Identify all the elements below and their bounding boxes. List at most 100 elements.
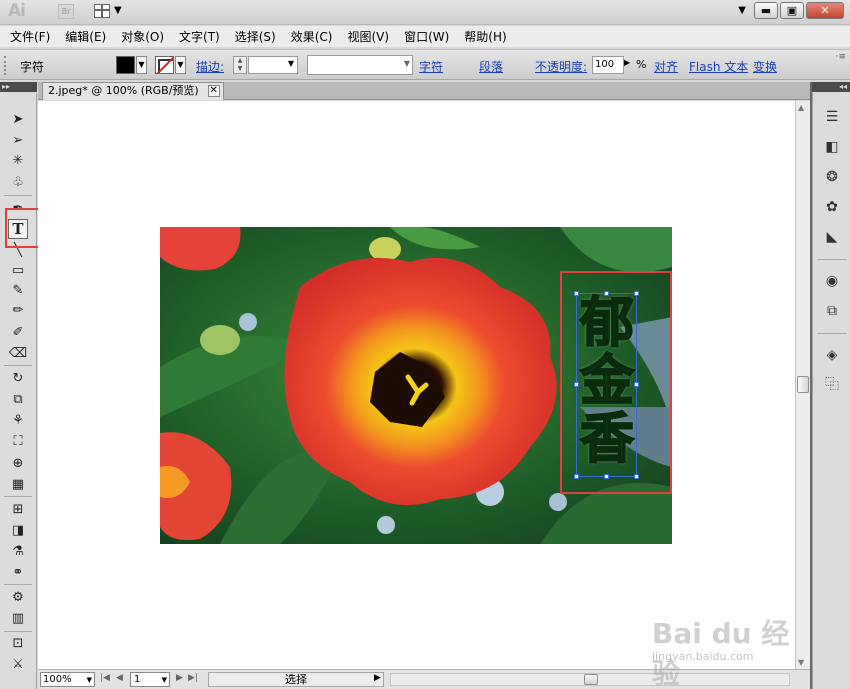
magic-wand-tool-icon[interactable]: ✳ — [8, 151, 28, 171]
document-tab-title: 2.jpeg* @ 100% (RGB/预览) — [48, 84, 199, 97]
stroke-link[interactable]: 描边: — [196, 58, 224, 75]
toolbox-divider — [4, 631, 32, 632]
scroll-up-icon[interactable]: ▲ — [798, 103, 804, 112]
text-highlight-box — [560, 271, 672, 494]
toolbox-divider — [4, 365, 32, 366]
flash-text-link[interactable]: Flash 文本 — [689, 58, 748, 75]
menu-window[interactable]: 窗口(W) — [404, 28, 449, 45]
menu-select[interactable]: 选择(S) — [235, 28, 276, 45]
next-artboard-icon[interactable]: ▶ — [176, 673, 183, 683]
align-link[interactable]: 对齐 — [654, 58, 678, 75]
toolbox-header[interactable]: ▸▸ — [0, 82, 37, 92]
stroke-swatch[interactable] — [155, 56, 174, 74]
control-bar: 字符 ▼ ▼ 描边: ▲▼ 字符 段落 不透明度: 100 ▶ % 对齐 Fla… — [0, 49, 850, 80]
status-mode-display[interactable]: 选择 — [208, 672, 384, 687]
free-transform-tool-icon[interactable]: ⛶ — [8, 432, 28, 452]
blob-brush-tool-icon[interactable]: ✐ — [8, 323, 28, 343]
status-menu-arrow-icon[interactable]: ▶ — [374, 673, 381, 683]
fill-swatch[interactable] — [116, 56, 135, 74]
character-link[interactable]: 字符 — [419, 58, 443, 75]
artboard-number-dropdown[interactable]: 1 — [130, 672, 170, 687]
layout-grid-icon — [94, 4, 110, 18]
zoom-dropdown[interactable]: 100% — [40, 672, 95, 687]
menu-lines-icon[interactable]: ☰ — [822, 107, 842, 127]
toolbox-divider — [4, 496, 32, 497]
control-mode-label: 字符 — [20, 60, 45, 74]
bridge-button[interactable]: Br — [58, 4, 74, 19]
panel-dock-header[interactable]: ◂◂ — [812, 82, 850, 92]
title-bar: Ai Br ▼ ▼ ▬ ▣ ✕ — [0, 0, 850, 25]
eyedropper-tool-icon[interactable]: ⚗ — [8, 542, 28, 562]
toolbox-divider — [4, 584, 32, 585]
vertical-scroll-thumb[interactable] — [797, 376, 809, 393]
mesh-tool-icon[interactable]: ⊞ — [8, 500, 28, 520]
menu-object[interactable]: 对象(O) — [121, 28, 164, 45]
opacity-link[interactable]: 不透明度: — [535, 58, 587, 75]
percent-sign: % — [636, 58, 647, 71]
warp-tool-icon[interactable]: ⚘ — [8, 411, 28, 431]
control-bar-grip[interactable] — [4, 56, 9, 75]
graphic-styles-icon[interactable]: ⧉ — [822, 301, 842, 321]
menu-view[interactable]: 视图(V) — [347, 28, 389, 45]
lasso-tool-icon[interactable]: ♧ — [8, 173, 28, 193]
paintbrush-tool-icon[interactable]: ✎ — [8, 281, 28, 301]
slice-tool-icon[interactable]: ⚔ — [8, 655, 28, 675]
rotate-tool-icon[interactable]: ↻ — [8, 369, 28, 389]
panel-dock: ☰ ◧ ❂ ✿ ◣ ◉ ⧉ ◈ ⿻ — [812, 93, 850, 689]
fill-dropdown[interactable]: ▼ — [136, 56, 147, 74]
panel-menu-icon[interactable]: ·≡ — [836, 52, 846, 62]
layers-icon[interactable]: ◈ — [822, 345, 842, 365]
font-family-dropdown[interactable] — [307, 55, 413, 75]
transform-link[interactable]: 变换 — [753, 58, 777, 75]
artboards-icon[interactable]: ⿻ — [822, 375, 842, 395]
menu-edit[interactable]: 编辑(E) — [65, 28, 106, 45]
opacity-input[interactable]: 100 — [592, 56, 624, 74]
toolbox-divider — [4, 195, 32, 196]
direct-selection-tool-icon[interactable]: ➢ — [8, 131, 28, 151]
document-tab-bar: 2.jpeg* @ 100% (RGB/预览) ✕ — [38, 82, 810, 100]
pencil-tool-icon[interactable]: ✏ — [8, 301, 28, 321]
blend-tool-icon[interactable]: ⚭ — [8, 563, 28, 583]
gradient-tool-icon[interactable]: ◨ — [8, 521, 28, 541]
menu-file[interactable]: 文件(F) — [10, 28, 50, 45]
vertical-scrollbar[interactable]: ▲ ▼ — [795, 101, 810, 669]
arrange-documents-button[interactable]: ▼ — [94, 4, 124, 20]
gradient-panel-icon[interactable]: ◣ — [822, 227, 842, 247]
panel-separator — [817, 333, 847, 334]
first-artboard-icon[interactable]: |◀ — [100, 673, 110, 683]
shape-builder-tool-icon[interactable]: ⊕ — [8, 454, 28, 474]
menu-help[interactable]: 帮助(H) — [464, 28, 506, 45]
perspective-grid-tool-icon[interactable]: ▦ — [8, 475, 28, 495]
color-panel-icon[interactable]: ◧ — [822, 137, 842, 157]
eraser-tool-icon[interactable]: ⌫ — [8, 344, 28, 364]
stroke-dropdown[interactable]: ▼ — [175, 56, 186, 74]
panel-separator — [817, 259, 847, 260]
close-tab-icon[interactable]: ✕ — [207, 85, 220, 97]
horizontal-scroll-thumb[interactable] — [584, 674, 598, 685]
artboard-tool-icon[interactable]: ⊡ — [8, 634, 28, 654]
document-tab[interactable]: 2.jpeg* @ 100% (RGB/预览) ✕ — [42, 82, 224, 100]
maximize-button[interactable]: ▣ — [780, 2, 804, 19]
menu-type[interactable]: 文字(T) — [179, 28, 220, 45]
swatches-icon[interactable]: ❂ — [822, 167, 842, 187]
column-graph-tool-icon[interactable]: ▥ — [8, 609, 28, 629]
scale-tool-icon[interactable]: ⧉ — [8, 390, 28, 410]
brushes-icon[interactable]: ✿ — [822, 197, 842, 217]
appearance-icon[interactable]: ◉ — [822, 271, 842, 291]
paragraph-link[interactable]: 段落 — [479, 58, 503, 75]
menu-effect[interactable]: 效果(C) — [291, 28, 333, 45]
previous-artboard-icon[interactable]: ◀ — [116, 673, 123, 683]
opacity-arrow-icon[interactable]: ▶ — [624, 58, 630, 67]
baidu-watermark: Bai du 经验 jingyan.baidu.com — [652, 608, 802, 689]
close-button[interactable]: ✕ — [806, 2, 844, 19]
stroke-weight-spinner[interactable]: ▲ ▼ — [233, 56, 247, 74]
window-controls: ▼ ▬ ▣ ✕ — [738, 2, 844, 19]
last-artboard-icon[interactable]: ▶| — [188, 673, 198, 683]
workspace-dropdown-icon[interactable]: ▼ — [738, 5, 746, 16]
minimize-button[interactable]: ▬ — [754, 2, 778, 19]
symbol-sprayer-tool-icon[interactable]: ⚙ — [8, 588, 28, 608]
selection-tool-icon[interactable]: ➤ — [8, 110, 28, 130]
rectangle-tool-icon[interactable]: ▭ — [8, 261, 28, 281]
toolbox: ➤ ➢ ✳ ♧ ✒ T ╲ ▭ ✎ ✏ ✐ ⌫ ↻ ⧉ ⚘ ⛶ ⊕ ▦ ⊞ ◨ … — [0, 93, 37, 689]
stroke-weight-dropdown[interactable] — [248, 56, 298, 74]
